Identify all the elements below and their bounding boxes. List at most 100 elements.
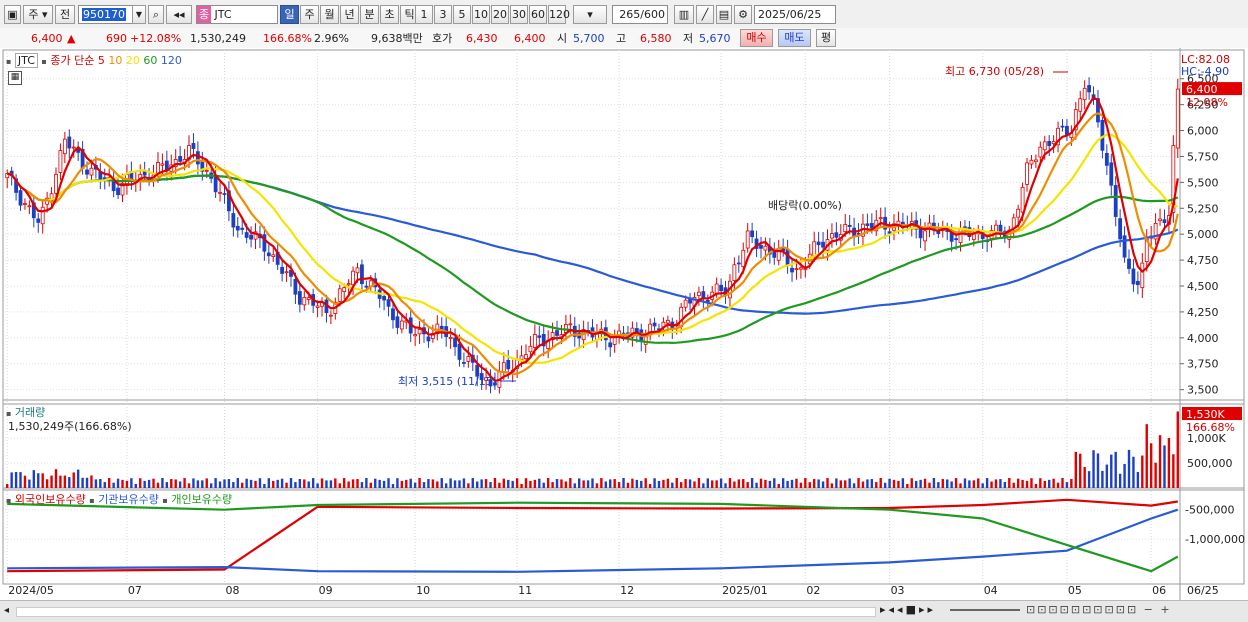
stock-name-field[interactable]: 종 JTC <box>196 5 278 24</box>
market-label: 주 <box>28 8 39 21</box>
volume-bar <box>139 478 142 488</box>
code-value: 950170 <box>82 8 126 21</box>
volume-bar <box>254 480 257 488</box>
speaker-icon[interactable]: ◂◂ <box>166 5 192 24</box>
volume-bar <box>227 479 231 488</box>
interval-button-1[interactable]: 1 <box>415 5 433 24</box>
interval-button-60[interactable]: 60 <box>529 5 547 24</box>
x-axis-label: 03 <box>891 584 905 597</box>
volume-bar <box>1025 480 1029 488</box>
candle-body <box>328 314 333 317</box>
zoom-slider[interactable] <box>950 609 1020 611</box>
save-icon[interactable]: ▤ <box>716 5 732 24</box>
volume-bar <box>23 475 27 488</box>
volume-bar <box>249 479 253 488</box>
volume-bar <box>165 482 169 488</box>
volume-bar <box>742 479 745 488</box>
volume-bar <box>817 479 820 488</box>
period-button-초[interactable]: 초 <box>380 5 399 24</box>
volume-bar <box>116 478 120 488</box>
ma-period-list: 5 10 20 60 120 <box>98 54 182 67</box>
volume-bar <box>28 479 31 488</box>
legend-code[interactable]: JTC <box>14 53 38 68</box>
gear-icon[interactable]: ⚙ <box>734 5 752 24</box>
period-button-주[interactable]: 주 <box>300 5 319 24</box>
volume-bar <box>977 478 980 488</box>
horizontal-scrollbar[interactable] <box>16 607 876 617</box>
candle-body <box>351 270 355 286</box>
x-axis-label: 02 <box>806 584 820 597</box>
playback-controls[interactable]: ▸◂◂■▸▸ <box>880 603 936 616</box>
interval-button-5[interactable]: 5 <box>453 5 471 24</box>
candle-body <box>249 234 253 240</box>
period-button-년[interactable]: 년 <box>340 5 359 24</box>
candle-body <box>1127 258 1131 269</box>
date-input[interactable]: 2025/06/25 ▦ <box>754 5 836 38</box>
x-axis-label: 2024/05 <box>8 584 54 597</box>
prev-button[interactable]: 전 <box>55 5 75 24</box>
volume-bar <box>759 478 763 488</box>
candle-body <box>830 233 834 239</box>
table-icon[interactable]: ▦ <box>8 71 22 85</box>
volume-bar <box>1167 438 1171 488</box>
interval-button-30[interactable]: 30 <box>510 5 528 24</box>
draw-line-icon[interactable]: ╱ <box>696 5 714 24</box>
trade-amount: 9,638백만 <box>371 32 423 45</box>
scroll-left-icon[interactable]: ◂ <box>4 605 9 616</box>
period-button-분[interactable]: 분 <box>360 5 379 24</box>
volume-bar <box>883 482 887 488</box>
interval-button-10[interactable]: 10 <box>472 5 490 24</box>
candle-body <box>537 335 542 338</box>
candle-body <box>399 320 404 330</box>
volume-bar <box>666 478 670 488</box>
price-tick-label: 4,250 <box>1187 306 1219 319</box>
low-label: 저 <box>683 32 694 45</box>
candle-body <box>58 150 63 173</box>
bid-price-1: 6,430 <box>466 32 498 45</box>
market-select[interactable]: 주 ▾ <box>23 5 53 24</box>
volume-bar <box>706 478 709 488</box>
search-icon[interactable]: ⌕ <box>148 5 164 24</box>
volume-bar <box>59 475 62 488</box>
legend-ma-10: 10 <box>104 54 123 67</box>
candle-type-icon[interactable]: ▥ <box>674 5 694 24</box>
buy-button[interactable]: 매수 <box>740 29 773 47</box>
volume-bar <box>1145 424 1148 488</box>
interval-button-3[interactable]: 3 <box>434 5 452 24</box>
evaluation-button[interactable]: 평 <box>816 29 836 47</box>
candle-body <box>1016 208 1021 218</box>
volume-bar <box>662 479 665 488</box>
count-input[interactable]: 265/600 <box>612 5 668 24</box>
code-dropdown-icon[interactable]: ▼ <box>132 5 146 24</box>
candle-body <box>954 238 958 241</box>
candle-body <box>1113 185 1118 217</box>
candle-body <box>1038 146 1043 158</box>
interval-button-20[interactable]: 20 <box>491 5 509 24</box>
volume-bar <box>1021 479 1024 488</box>
interval-dropdown[interactable]: ▾ <box>573 5 607 24</box>
tool-icons[interactable]: ⊡⊡⊡⊡⊡⊡⊡⊡⊡⊡ − + <box>1026 603 1172 616</box>
volume-bar <box>1118 473 1122 488</box>
x-axis-label: 10 <box>416 584 430 597</box>
period-button-월[interactable]: 월 <box>320 5 339 24</box>
volume-bar <box>569 478 572 488</box>
volume-bar <box>542 482 545 488</box>
sell-button[interactable]: 매도 <box>778 29 811 47</box>
chart-area[interactable]: 최고 6,730 (05/28) 최저 3,515 (11/15) 배당락(0.00… <box>0 48 1248 600</box>
candle-body <box>36 218 41 223</box>
volume-bar <box>453 480 457 488</box>
candle-body <box>284 271 289 274</box>
x-axis-label: 11 <box>518 584 532 597</box>
price-tick-label: 3,750 <box>1187 358 1219 371</box>
interval-button-120[interactable]: 120 <box>548 5 570 24</box>
volume-bar <box>950 481 953 488</box>
period-button-일[interactable]: 일 <box>280 5 299 24</box>
volume-bar <box>480 479 483 488</box>
volume-bar <box>147 479 151 488</box>
window-icon[interactable]: ▣ <box>4 5 21 24</box>
candle-body <box>865 223 870 226</box>
legend-ma-title: 종가 단순 <box>50 54 95 67</box>
volume-bar <box>1074 451 1078 488</box>
candle-body <box>315 305 320 308</box>
candle-body <box>462 362 466 364</box>
